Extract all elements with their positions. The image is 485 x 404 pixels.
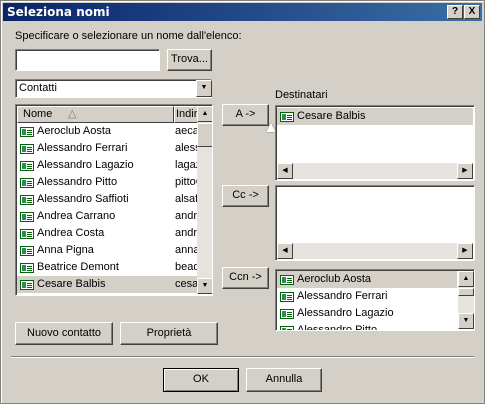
scroll-right-button[interactable]: ▶ xyxy=(457,243,473,259)
new-contact-button[interactable]: Nuovo contatto xyxy=(15,322,113,345)
to-button[interactable]: A -> xyxy=(222,104,269,126)
contact-card-icon xyxy=(20,195,34,205)
contact-name: Alessandro Pitto xyxy=(37,176,118,188)
list-item[interactable]: Alessandro Saffioti alsaf xyxy=(17,191,198,208)
to-hscrollbar[interactable]: ◀ ▶ xyxy=(277,163,473,179)
list-item[interactable]: Alessandro Lagazio xyxy=(277,305,457,322)
list-item[interactable]: Andrea Carranoandre xyxy=(17,208,200,225)
list-item[interactable]: Cesare Balbis xyxy=(277,108,473,125)
scroll-down-button[interactable]: ▼ xyxy=(458,313,474,329)
contact-name: Beatrice Demont xyxy=(37,261,119,273)
cc-button[interactable]: Cc -> xyxy=(222,185,269,207)
contact-card-icon xyxy=(280,275,294,285)
addressbook-value: Contatti xyxy=(19,82,57,94)
bcc-button[interactable]: Ccn -> xyxy=(222,267,269,289)
find-button[interactable]: Trova... xyxy=(167,49,212,71)
scroll-thumb[interactable] xyxy=(197,123,212,147)
instruction-label: Specificare o selezionare un nome dall'e… xyxy=(15,30,242,42)
contact-card-icon xyxy=(20,263,34,273)
separator xyxy=(11,356,474,358)
help-button[interactable]: ? xyxy=(447,5,463,19)
contact-card-icon xyxy=(280,292,294,302)
scroll-down-button[interactable]: ▼ xyxy=(197,278,212,294)
contact-card-icon xyxy=(20,178,34,188)
bcc-rows: Aeroclub Aosta Alessandro Ferrari Alessand… xyxy=(277,271,457,331)
contact-card-icon xyxy=(280,112,294,122)
cc-hscrollbar[interactable]: ◀ ▶ xyxy=(277,243,473,259)
contact-name: Alessandro Lagazio xyxy=(297,307,394,319)
search-input[interactable] xyxy=(15,49,160,71)
ok-button[interactable]: OK xyxy=(163,368,239,392)
list-item[interactable]: Alessandro PittopittoC xyxy=(17,174,200,191)
contact-name: Aeroclub Aosta xyxy=(297,273,371,285)
contacts-rows: Aeroclub Aosta aeca Alessandro Ferrari ales… xyxy=(17,123,200,293)
contact-name: Alessandro Saffioti xyxy=(37,193,129,205)
scroll-left-button[interactable]: ◀ xyxy=(277,163,293,179)
contact-name: Cesare Balbis xyxy=(37,278,106,290)
contact-card-icon xyxy=(280,309,294,319)
close-button[interactable]: X xyxy=(464,5,480,19)
scroll-thumb[interactable] xyxy=(458,288,474,296)
contact-name: Alessandro Pitto xyxy=(297,324,378,331)
contacts-list[interactable]: Nome △ Indiriz Aeroclub AostaaecaAlessan… xyxy=(15,104,213,296)
contact-name: Aeroclub Aosta xyxy=(37,125,111,137)
recipients-label: Destinatari xyxy=(275,89,328,101)
properties-button[interactable]: Proprietà xyxy=(120,322,218,345)
contact-name: Andrea Costa xyxy=(37,227,105,239)
sort-icon: △ xyxy=(68,108,77,120)
contact-name: Anna Pigna xyxy=(37,244,94,256)
select-names-dialog: Seleziona nomi ? X Specificare o selezio… xyxy=(0,0,485,404)
list-item[interactable]: Alessandro Ferrari xyxy=(277,288,457,305)
list-item[interactable]: Alessandro Lagazio lagaz xyxy=(17,157,200,174)
bcc-list[interactable]: Aeroclub Aosta Alessandro Ferrari Alessand… xyxy=(275,269,475,331)
title-bar: Seleziona nomi ? X xyxy=(3,3,482,21)
contact-card-icon xyxy=(20,144,34,154)
column-header-address[interactable]: Indiriz xyxy=(174,106,198,123)
contact-name: Andrea Carrano xyxy=(37,210,116,222)
contact-card-icon xyxy=(20,161,34,171)
list-item[interactable]: Alessandro Pitto xyxy=(277,322,457,331)
list-item[interactable]: Aeroclub Aosta aeca xyxy=(17,123,199,140)
contact-card-icon xyxy=(20,212,34,222)
list-item[interactable]: Alessandro Ferrari aless xyxy=(17,140,200,157)
contact-card-icon xyxy=(20,280,34,290)
contact-card-icon xyxy=(20,127,34,137)
chevron-down-icon[interactable]: ▼ xyxy=(196,80,212,97)
scroll-up-button[interactable]: ▲ xyxy=(458,271,474,287)
list-item[interactable]: Cesare Balbis cesa xyxy=(17,276,198,293)
bcc-vscrollbar[interactable]: ▲ ▼ xyxy=(458,271,474,329)
contact-name: Alessandro Lagazio xyxy=(37,159,134,171)
contact-name: Alessandro Ferrari xyxy=(37,142,128,154)
list-item[interactable]: Beatrice Demont bead xyxy=(17,259,199,276)
contact-name: Alessandro Ferrari xyxy=(297,290,388,302)
contact-card-icon xyxy=(20,229,34,239)
cancel-button[interactable]: Annulla xyxy=(246,368,322,392)
cc-list[interactable]: ◀ ▶ xyxy=(275,185,475,261)
window-title: Seleziona nomi xyxy=(7,5,110,19)
scroll-left-button[interactable]: ◀ xyxy=(277,243,293,259)
scroll-up-button[interactable]: ▲ xyxy=(197,106,212,122)
scroll-right-button[interactable]: ▶ xyxy=(457,163,473,179)
list-item[interactable]: Andrea Costaandre xyxy=(17,225,200,242)
contact-name: Cesare Balbis xyxy=(297,110,366,122)
to-list[interactable]: Cesare Balbis ◀ ▶ xyxy=(275,105,475,181)
to-rows: Cesare Balbis xyxy=(277,108,473,125)
contacts-vscrollbar[interactable]: ▲ ▼ xyxy=(197,106,212,294)
list-item[interactable]: Aeroclub Aosta xyxy=(277,271,457,288)
contact-card-icon xyxy=(20,246,34,256)
list-item[interactable]: Anna Pigna anna xyxy=(17,242,199,259)
column-header-name[interactable]: Nome △ xyxy=(17,106,174,123)
contact-card-icon xyxy=(280,326,294,330)
addressbook-select[interactable]: Contatti ▼ xyxy=(15,79,212,98)
